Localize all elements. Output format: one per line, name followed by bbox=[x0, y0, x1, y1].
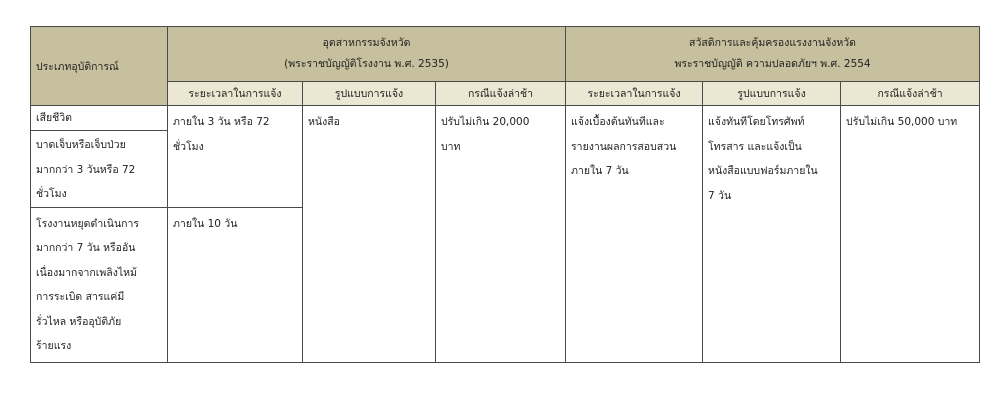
factory-notify-form: หนังสือ bbox=[302, 105, 436, 363]
factory-notify-time-injury: ภายใน 3 วัน หรือ 72 ชั่วโมง bbox=[167, 105, 303, 208]
provincial-industry-header: อุตสาหกรรมจังหวัด (พระราชบัญญัติโรงงาน พ… bbox=[166, 26, 567, 82]
incident-injury: บาดเจ็บหรือเจ็บป่วย มากกว่า 3 วันหรือ 72… bbox=[36, 139, 136, 200]
safety-notify-time: แจ้งเบื้องต้นทันทีและ รายงานผลการสอบสวน … bbox=[565, 105, 704, 363]
factory-notify-time-stoppage: ภายใน 10 วัน bbox=[167, 206, 303, 363]
incident-factory-stoppage: โรงงานหยุดดำเนินการ มากกว่า 7 วัน หรืออั… bbox=[30, 206, 168, 363]
incident-death: เสียชีวิต bbox=[31, 106, 167, 131]
subheader-notify-time-safety: ระยะเวลาในการแจ้ง bbox=[565, 81, 704, 106]
subheader-late-notify-factory: กรณีแจ้งล่าช้า bbox=[434, 81, 567, 106]
safety-late-penalty: ปรับไม่เกิน 50,000 บาท bbox=[840, 105, 981, 363]
incident-reporting-table: ประเภทอุบัติการณ์ อุตสาหกรรมจังหวัด (พระ… bbox=[30, 26, 981, 363]
incident-death-injury-cell: เสียชีวิต บาดเจ็บหรือเจ็บป่วย มากกว่า 3 … bbox=[30, 105, 168, 208]
factory-late-penalty: ปรับไม่เกิน 20,000 บาท bbox=[434, 105, 567, 363]
subheader-late-notify-safety: กรณีแจ้งล่าช้า bbox=[840, 81, 981, 106]
subheader-notify-form-safety: รูปแบบการแจ้ง bbox=[702, 81, 842, 106]
provincial-labour-welfare-header: สวัสดิการและคุ้มครองแรงงานจังหวัด พระราช… bbox=[565, 26, 981, 82]
subheader-notify-form-factory: รูปแบบการแจ้ง bbox=[302, 81, 436, 106]
incident-type-header: ประเภทอุบัติการณ์ bbox=[30, 26, 168, 106]
subheader-notify-time-factory: ระยะเวลาในการแจ้ง bbox=[167, 81, 303, 106]
safety-notify-form: แจ้งทันทีโดยโทรศัพท์ โทรสาร และแจ้งเป็น … bbox=[702, 105, 842, 363]
